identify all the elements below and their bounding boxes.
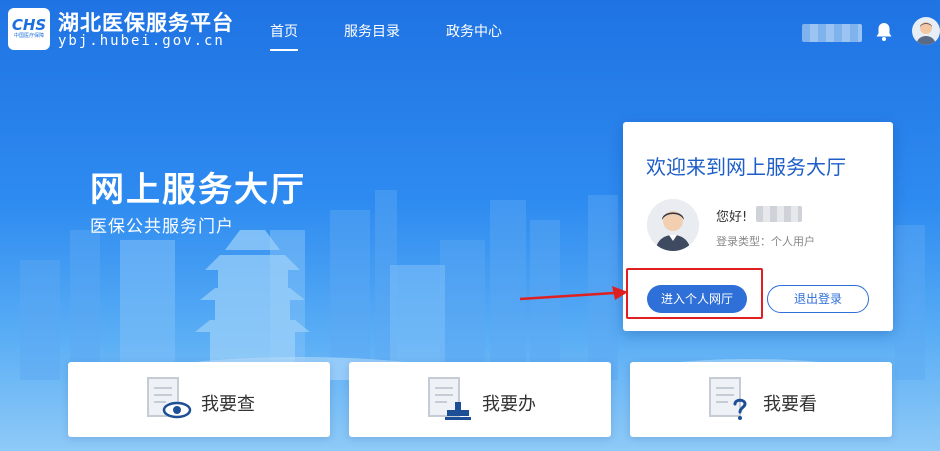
action-label-query: 我要查 <box>201 394 255 415</box>
welcome-title: 欢迎来到网上服务大厅 <box>646 155 846 179</box>
username-redacted-card <box>756 206 802 222</box>
hero-title: 网上服务大厅 <box>90 170 306 210</box>
logo-text: CHS <box>11 16 47 34</box>
main-nav: 首页 服务目录 政务中心 <box>270 0 548 64</box>
action-label-handle: 我要办 <box>482 394 536 415</box>
bell-icon[interactable] <box>872 20 896 44</box>
chs-logo[interactable]: CHS 中国医疗保障 <box>8 8 50 50</box>
nav-item-government-center[interactable]: 政务中心 <box>446 0 502 64</box>
login-type-text: 登录类型：个人用户 <box>716 235 815 248</box>
question-document-icon <box>709 377 747 420</box>
top-header: CHS 中国医疗保障 湖北医保服务平台 ybj.hubei.gov.cn 首页 … <box>0 0 940 64</box>
nav-item-service-catalog[interactable]: 服务目录 <box>344 0 400 64</box>
greeting-text: 您好! <box>716 210 748 225</box>
user-avatar-large <box>647 199 699 251</box>
site-domain: ybj.hubei.gov.cn <box>58 33 225 49</box>
action-card-query[interactable]: 我要查 <box>68 362 330 437</box>
username-redacted[interactable] <box>802 24 862 42</box>
action-card-view[interactable]: 我要看 <box>630 362 892 437</box>
logout-button[interactable]: 退出登录 <box>767 285 869 313</box>
nav-item-home[interactable]: 首页 <box>270 0 298 64</box>
stamp-document-icon <box>428 377 471 420</box>
red-arrow-annotation <box>519 286 628 301</box>
highlight-annotation-box <box>626 268 763 319</box>
action-label-view: 我要看 <box>763 394 817 415</box>
logo-subtext: 中国医疗保障 <box>13 33 44 39</box>
action-card-handle[interactable]: 我要办 <box>349 362 611 437</box>
hero-subtitle: 医保公共服务门户 <box>90 217 234 237</box>
user-avatar[interactable] <box>912 17 940 45</box>
eye-document-icon <box>147 377 192 419</box>
